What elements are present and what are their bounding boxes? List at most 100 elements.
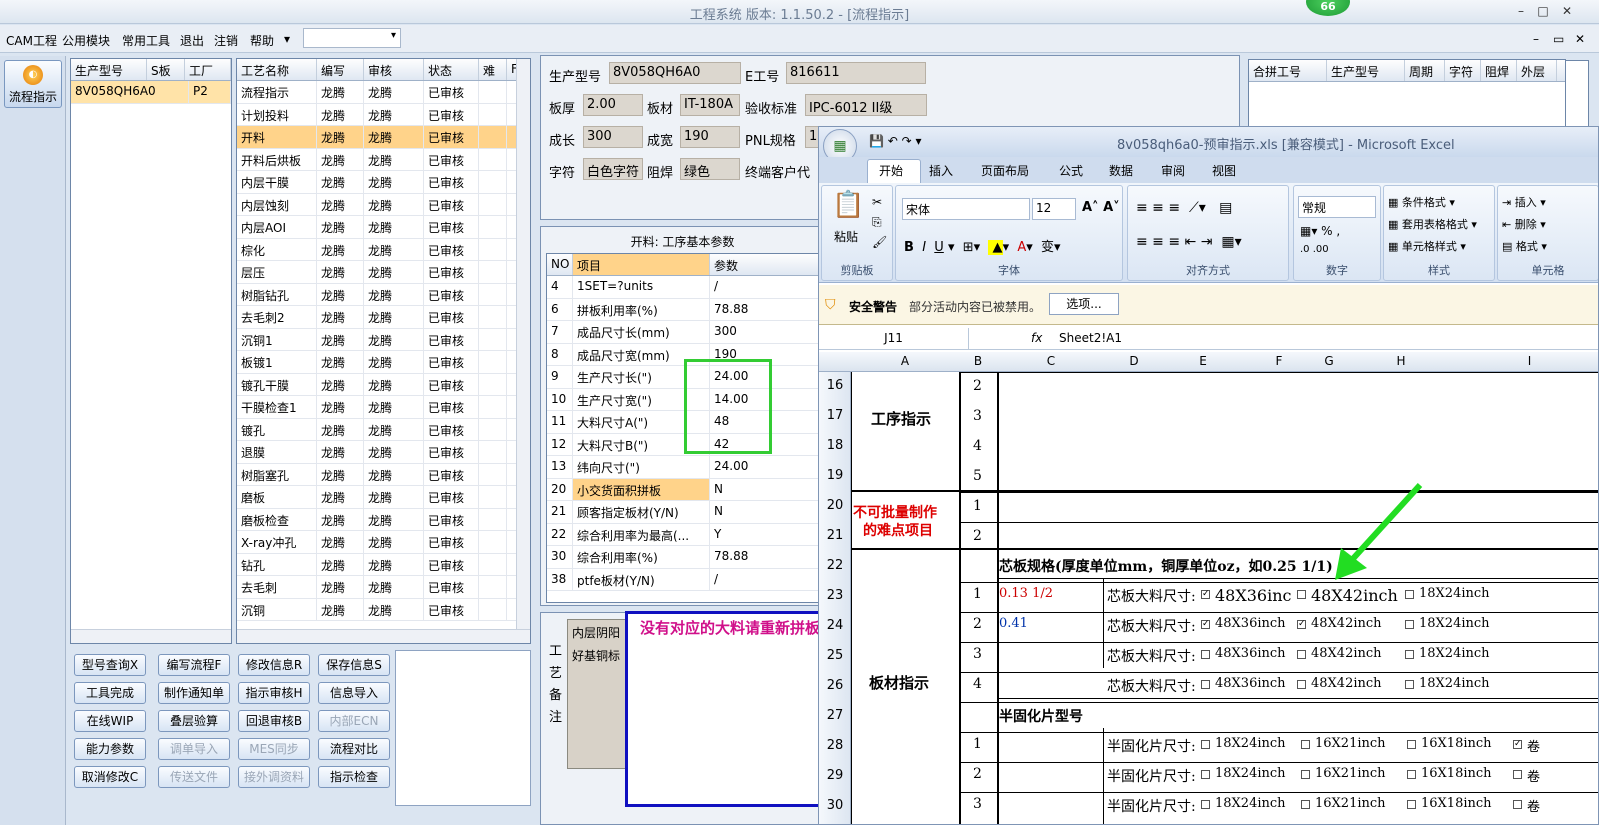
row-header[interactable]: 17 (819, 408, 851, 423)
column-header[interactable]: G (1315, 354, 1343, 368)
field-mask[interactable]: 绿色 (680, 158, 740, 180)
row-header[interactable]: 29 (819, 768, 851, 783)
action-button[interactable]: 指示检查 (318, 766, 390, 788)
checkbox[interactable] (1201, 800, 1210, 809)
field-model[interactable]: 8V058QH6A0 (609, 62, 741, 84)
table-row[interactable]: 计划投料 龙腾 龙腾 已审核 (237, 103, 530, 126)
chevron-down-icon[interactable]: ▾ (284, 32, 290, 46)
action-button[interactable]: 信息导入 (318, 682, 390, 704)
table-row[interactable]: 开料后烘板 龙腾 龙腾 已审核 (237, 148, 530, 171)
row-header[interactable]: 20 (819, 498, 851, 513)
action-button[interactable]: 叠层验算 (158, 710, 230, 732)
table-row[interactable]: 8V058QH6A0 P2 (71, 81, 231, 104)
checkbox[interactable] (1297, 680, 1306, 689)
checkbox[interactable] (1201, 650, 1210, 659)
checkbox[interactable] (1407, 740, 1416, 749)
menu-tools[interactable]: 常用工具 (122, 32, 170, 49)
row-header[interactable]: 18 (819, 438, 851, 453)
col-merge-no[interactable]: 合拼工号 (1249, 60, 1327, 81)
menu-common[interactable]: 公用模块 (62, 32, 110, 49)
column-header[interactable]: I (1459, 354, 1598, 368)
fx-icon[interactable]: fx (1031, 331, 1042, 345)
checkbox[interactable] (1297, 590, 1306, 599)
field-char[interactable]: 白色字符 (583, 158, 643, 180)
cut-copy-icons[interactable]: ✂ ⎘ 🖌 (872, 192, 887, 252)
checkbox[interactable] (1201, 770, 1210, 779)
action-button[interactable]: 在线WIP (74, 710, 146, 732)
action-button[interactable]: 修改信息R (238, 654, 310, 676)
tab-formulas[interactable]: 公式 (1059, 162, 1083, 179)
row-header[interactable]: 30 (819, 798, 851, 813)
checkbox[interactable]: ✓ (1297, 620, 1306, 629)
action-button[interactable]: 保存信息S (318, 654, 390, 676)
vertical-scrollbar[interactable] (516, 59, 530, 629)
col-merge-model[interactable]: 生产型号 (1327, 60, 1405, 81)
table-row[interactable]: 7 成品尺寸长(mm) 300 (547, 321, 823, 344)
tab-insert[interactable]: 插入 (929, 162, 953, 179)
table-row[interactable]: 内层干膜 龙腾 龙腾 已审核 (237, 171, 530, 194)
table-row[interactable]: 20 小交货面积拼板 N (547, 478, 823, 501)
action-button[interactable]: 回退审核B (238, 710, 310, 732)
table-row[interactable]: 树脂塞孔 龙腾 龙腾 已审核 (237, 463, 530, 486)
col-model[interactable]: 生产型号 (71, 59, 147, 80)
action-button[interactable]: 型号查询X (74, 654, 146, 676)
grow-font-icon[interactable]: A˄ A˅ (1082, 200, 1120, 215)
row-header[interactable]: 25 (819, 648, 851, 663)
menu-cam[interactable]: CAM工程 (6, 32, 57, 49)
field-eno[interactable]: 816611 (786, 62, 926, 84)
checkbox[interactable] (1301, 800, 1310, 809)
col-merge-cycle[interactable]: 周期 (1405, 60, 1445, 81)
tab-view[interactable]: 视图 (1212, 162, 1236, 179)
insert-cells[interactable]: ⇥ 插入 ▾ (1502, 194, 1546, 210)
checkbox[interactable] (1301, 740, 1310, 749)
menu-help[interactable]: 帮助 (250, 32, 274, 49)
col-sboard[interactable]: S板 (147, 59, 185, 80)
row-header[interactable]: 24 (819, 618, 851, 633)
table-row[interactable]: 退膜 龙腾 龙腾 已审核 (237, 441, 530, 464)
column-header[interactable]: D (1105, 354, 1163, 368)
options-button[interactable]: 选项... (1049, 293, 1119, 315)
row-header[interactable]: 23 (819, 588, 851, 603)
table-row[interactable]: 树脂钻孔 龙腾 龙腾 已审核 (237, 283, 530, 306)
column-header[interactable]: E (1163, 354, 1243, 368)
horizontal-scrollbar[interactable] (237, 629, 530, 643)
checkbox[interactable] (1297, 650, 1306, 659)
checkbox[interactable] (1405, 620, 1414, 629)
table-row[interactable]: 开料 龙腾 龙腾 已审核 (237, 126, 530, 149)
action-button[interactable]: 调单导入 (158, 738, 230, 760)
col-author[interactable]: 编写 (317, 59, 364, 80)
checkbox[interactable] (1201, 680, 1210, 689)
checkbox[interactable]: ✓ (1513, 740, 1522, 749)
action-button[interactable]: 能力参数 (74, 738, 146, 760)
table-row[interactable]: X-ray冲孔 龙腾 龙腾 已审核 (237, 531, 530, 554)
col-param[interactable]: 参数 (710, 254, 820, 275)
cell-style[interactable]: ▦ 单元格样式 ▾ (1388, 238, 1466, 254)
table-format[interactable]: ▦ 套用表格格式 ▾ (1388, 216, 1477, 232)
tab-home[interactable]: 开始 (879, 162, 903, 179)
column-header[interactable]: A (851, 354, 959, 368)
table-row[interactable]: 22 综合利用率为最高(... Y (547, 523, 823, 546)
table-row[interactable]: 13 纬向尺寸(") 24.00 (547, 456, 823, 479)
format-cells[interactable]: ▤ 格式 ▾ (1502, 238, 1547, 254)
col-item[interactable]: 项目 (573, 254, 710, 275)
mdi-close-icon[interactable]: ✕ (1575, 32, 1585, 46)
horizontal-scrollbar[interactable] (71, 629, 231, 643)
action-button[interactable]: 内部ECN (318, 710, 390, 732)
tab-data[interactable]: 数据 (1109, 162, 1133, 179)
col-difficulty[interactable]: 难 (479, 59, 507, 80)
checkbox[interactable] (1513, 770, 1522, 779)
table-row[interactable]: 去毛刺2 龙腾 龙腾 已审核 (237, 306, 530, 329)
row-header[interactable]: 26 (819, 678, 851, 693)
table-row[interactable]: 层压 龙腾 龙腾 已审核 (237, 261, 530, 284)
checkbox[interactable] (1301, 770, 1310, 779)
col-merge-outer[interactable]: 外层 (1517, 60, 1557, 81)
checkbox[interactable] (1405, 650, 1414, 659)
menu-exit[interactable]: 退出 (180, 32, 204, 49)
table-row[interactable]: 沉铜1 龙腾 龙腾 已审核 (237, 328, 530, 351)
col-no[interactable]: NO (547, 254, 573, 275)
row-header[interactable]: 28 (819, 738, 851, 753)
table-row[interactable]: 流程指示 龙腾 龙腾 已审核 (237, 81, 530, 104)
action-button[interactable]: MES同步 (238, 738, 310, 760)
table-row[interactable]: 沉铜 龙腾 龙腾 已审核 (237, 598, 530, 621)
checkbox[interactable] (1407, 770, 1416, 779)
